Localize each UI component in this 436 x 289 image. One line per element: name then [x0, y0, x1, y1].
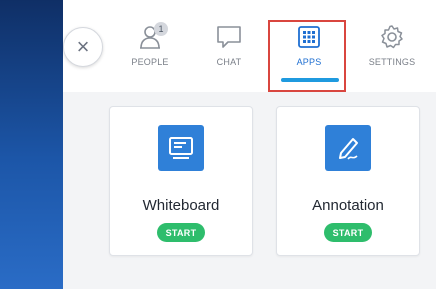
- people-icon: 1: [130, 22, 170, 52]
- chat-icon: [209, 22, 249, 52]
- close-button[interactable]: ×: [63, 27, 103, 67]
- tab-settings[interactable]: SETTINGS: [362, 22, 422, 84]
- tab-chat[interactable]: CHAT: [204, 22, 254, 84]
- tab-settings-label: SETTINGS: [368, 57, 416, 67]
- app-card-annotation[interactable]: Annotation START: [276, 106, 420, 256]
- tab-chat-label: CHAT: [216, 57, 242, 67]
- tab-people[interactable]: 1 PEOPLE: [125, 22, 175, 84]
- left-rail: [0, 0, 63, 289]
- app-card-whiteboard[interactable]: Whiteboard START: [109, 106, 253, 256]
- start-whiteboard-button[interactable]: START: [157, 223, 205, 242]
- gear-icon: [372, 22, 412, 52]
- close-icon: ×: [76, 34, 90, 59]
- apps-tab-highlight-box: [268, 20, 346, 92]
- annotation-pen-icon: [325, 125, 371, 171]
- people-count-badge: 1: [154, 22, 168, 36]
- whiteboard-icon: [158, 125, 204, 171]
- app-name-whiteboard: Whiteboard: [142, 197, 220, 214]
- tab-people-label: PEOPLE: [131, 57, 169, 67]
- start-annotation-button[interactable]: START: [324, 223, 372, 242]
- app-name-annotation: Annotation: [312, 197, 384, 214]
